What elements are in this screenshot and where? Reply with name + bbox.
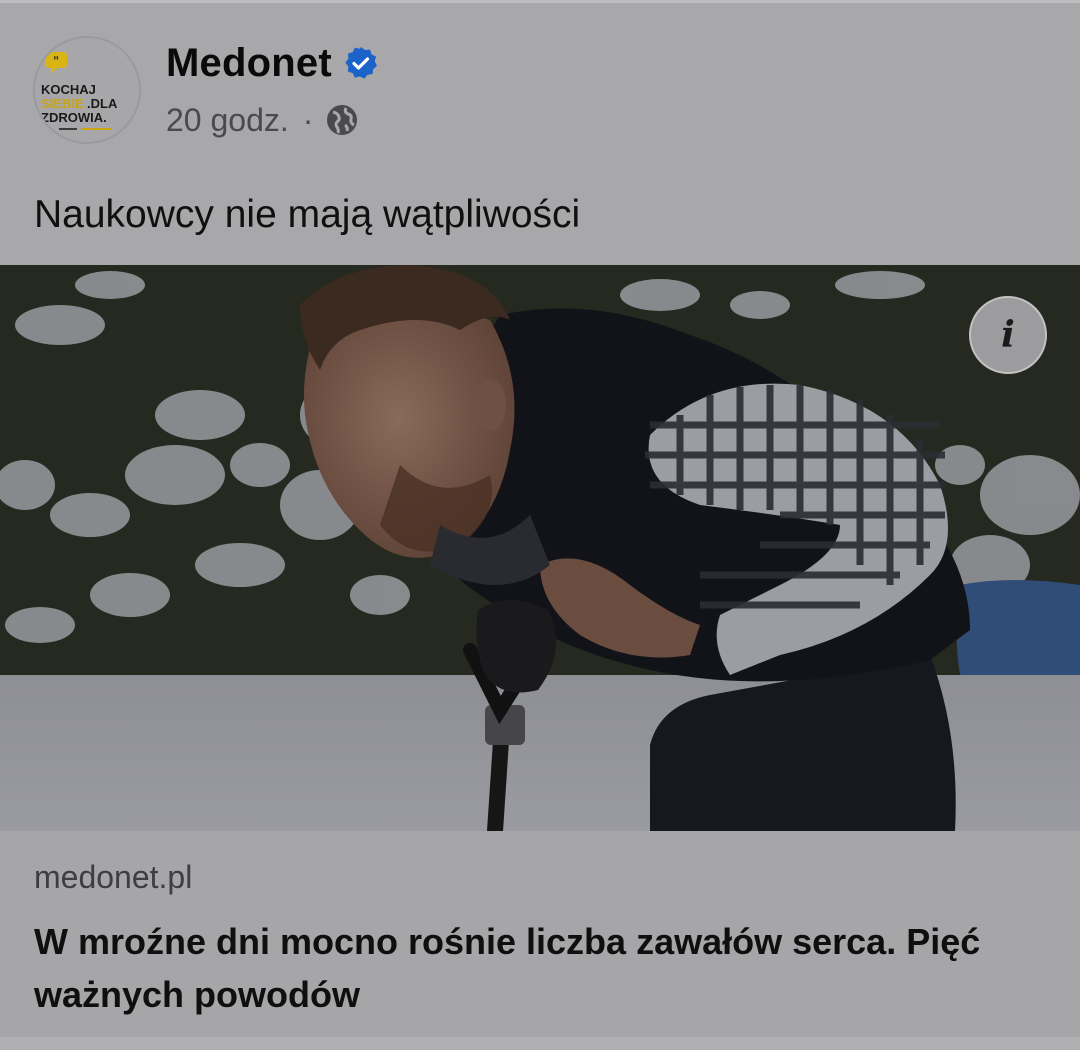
svg-text:KOCHAJ: KOCHAJ: [41, 82, 96, 97]
bottom-divider: [0, 1037, 1080, 1050]
post-meta: 20 godz. ·: [166, 98, 359, 142]
svg-text:”: ”: [53, 54, 59, 68]
info-icon[interactable]: i: [969, 296, 1047, 374]
post-caption: Naukowcy nie mają wątpliwości: [34, 193, 581, 236]
page-avatar[interactable]: ” KOCHAJ SIEBIE .DLA ZDROWIA.: [33, 36, 141, 144]
photo-man-shoveling-snow: [0, 265, 1080, 831]
meta-separator: ·: [302, 101, 314, 138]
svg-text:ZDROWIA.: ZDROWIA.: [41, 110, 107, 125]
globe-icon: [327, 105, 358, 135]
post-time[interactable]: 20 godz.: [166, 102, 289, 139]
page-name[interactable]: Medonet: [166, 41, 332, 86]
link-preview[interactable]: medonet.pl W mroźne dni mocno rośnie lic…: [0, 831, 1080, 1037]
link-title[interactable]: W mroźne dni mocno rośnie liczba zawałów…: [34, 915, 1054, 1021]
post-photo[interactable]: [0, 265, 1080, 831]
svg-text:.DLA: .DLA: [87, 96, 118, 111]
svg-text:SIEBIE: SIEBIE: [41, 96, 84, 111]
link-domain: medonet.pl: [34, 859, 193, 895]
avatar-logo: ” KOCHAJ SIEBIE .DLA ZDROWIA.: [35, 38, 139, 142]
verified-badge-icon: [345, 47, 377, 79]
page-name-row: Medonet: [166, 38, 378, 88]
post-header: ” KOCHAJ SIEBIE .DLA ZDROWIA. Medonet 20…: [0, 0, 1080, 160]
